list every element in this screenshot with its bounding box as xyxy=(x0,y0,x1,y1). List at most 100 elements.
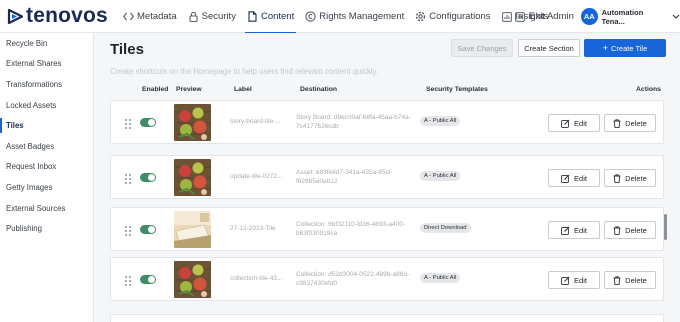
logo-mark-icon xyxy=(7,8,24,25)
tile-preview-image xyxy=(174,104,211,141)
sidebar-item-transformations[interactable]: Transformations xyxy=(0,74,93,95)
tile-label: collection-tile-43... xyxy=(230,275,283,282)
tile-row: update-tile-0272... Asset: e83fe8d7-341a… xyxy=(110,155,664,199)
sidebar-item-asset-badges[interactable]: Asset Badges xyxy=(0,136,93,157)
drag-handle-icon[interactable] xyxy=(124,274,132,286)
scrollbar[interactable] xyxy=(664,214,667,240)
sidebar-item-tiles[interactable]: Tiles xyxy=(0,115,93,136)
sidebar-item-recycle-bin[interactable]: Recycle Bin xyxy=(0,33,93,54)
main-nav: Metadata Security Content Rights Managem… xyxy=(119,0,555,34)
tile-preview-image xyxy=(174,159,211,196)
delete-button[interactable]: Delete xyxy=(604,114,656,132)
edit-label: Edit xyxy=(574,173,587,183)
delete-button[interactable]: Delete xyxy=(604,169,656,187)
tile-destination: Asset: e83fe8d7-341a-435a-85cf-f626b5a0e… xyxy=(296,169,393,185)
nav-label: Content xyxy=(260,11,295,22)
col-label: Label xyxy=(234,86,252,93)
security-template-badge: A - Public All xyxy=(420,171,461,181)
delete-label: Delete xyxy=(625,225,647,235)
security-template-badge: A - Public All xyxy=(420,273,461,283)
create-tile-label: Create Tile xyxy=(610,43,648,53)
nav-content[interactable]: Content xyxy=(243,0,298,34)
drag-handle-icon[interactable] xyxy=(124,224,132,236)
tile-row: story-board-tile-... Story Board: d9ec00… xyxy=(110,100,664,144)
exit-admin-button[interactable]: Exit Admin xyxy=(515,0,574,33)
nav-configurations[interactable]: Configurations xyxy=(411,0,494,33)
top-bar: tenovos Metadata Security Content Rights… xyxy=(0,0,680,34)
enabled-toggle[interactable] xyxy=(140,118,156,127)
plus-icon: + xyxy=(602,43,608,53)
tile-destination: Story Board: d9ec00af-68fa-45aa-b74a-7c4… xyxy=(296,114,411,130)
tile-preview-image xyxy=(174,211,211,248)
col-security-templates: Security Templates xyxy=(426,86,488,93)
nav-metadata[interactable]: Metadata xyxy=(119,0,181,33)
enabled-toggle[interactable] xyxy=(140,275,156,284)
delete-button[interactable]: Delete xyxy=(604,221,656,239)
drag-handle-icon[interactable] xyxy=(124,172,132,184)
nav-security[interactable]: Security xyxy=(184,0,240,33)
delete-label: Delete xyxy=(625,118,647,128)
tile-preview-image xyxy=(174,261,211,298)
col-enabled: Enabled xyxy=(142,86,169,93)
edit-button[interactable]: Edit xyxy=(548,169,600,187)
chevron-down-icon xyxy=(672,14,680,19)
create-tile-button[interactable]: + Create Tile xyxy=(584,39,666,57)
lock-icon xyxy=(188,11,199,22)
edit-label: Edit xyxy=(574,225,587,235)
edit-button[interactable]: Edit xyxy=(548,271,600,289)
save-changes-button[interactable]: Save Changes xyxy=(451,39,513,57)
code-icon xyxy=(123,11,134,22)
sidebar-item-getty-images[interactable]: Getty Images xyxy=(0,177,93,198)
tile-label: story-board-tile-... xyxy=(230,118,281,125)
edit-icon xyxy=(561,174,570,183)
nav-rights-management[interactable]: Rights Management xyxy=(301,0,408,33)
sidebar-item-external-sources[interactable]: External Sources xyxy=(0,198,93,219)
avatar: AA xyxy=(581,8,598,25)
sidebar-item-external-shares[interactable]: External Shares xyxy=(0,54,93,75)
sidebar-item-locked-assets[interactable]: Locked Assets xyxy=(0,95,93,116)
sidebar-item-request-inbox[interactable]: Request Inbox xyxy=(0,157,93,178)
enabled-toggle[interactable] xyxy=(140,225,156,234)
delete-button[interactable]: Delete xyxy=(604,271,656,289)
gear-icon xyxy=(415,11,426,22)
logo-text: tenovos xyxy=(26,4,108,27)
table-header: Enabled Preview Label Destination Securi… xyxy=(110,86,664,100)
delete-label: Delete xyxy=(625,275,647,285)
edit-icon xyxy=(561,276,570,285)
tile-row-partial xyxy=(110,314,664,322)
tile-label: update-tile-0272... xyxy=(230,173,283,180)
copyright-icon xyxy=(305,11,316,22)
col-actions: Actions xyxy=(636,86,661,93)
nav-label: Rights Management xyxy=(319,11,405,22)
chart-icon xyxy=(502,11,513,22)
edit-button[interactable]: Edit xyxy=(548,221,600,239)
edit-icon xyxy=(561,226,570,235)
sidebar: Recycle Bin External Shares Transformati… xyxy=(0,33,94,322)
security-template-badge: Direct Download xyxy=(420,223,471,233)
file-icon xyxy=(247,11,258,22)
col-destination: Destination xyxy=(300,86,338,93)
col-preview: Preview xyxy=(176,86,202,93)
nav-label: Metadata xyxy=(137,11,177,22)
main-content: Tiles Save Changes Create Section + Crea… xyxy=(94,33,680,322)
user-name: Automation Tena... xyxy=(601,7,644,26)
user-menu[interactable]: AA Automation Tena... xyxy=(581,6,680,27)
trash-icon xyxy=(613,118,621,128)
edit-label: Edit xyxy=(574,275,587,285)
edit-icon xyxy=(561,119,570,128)
drag-handle-icon[interactable] xyxy=(124,117,132,129)
trash-icon xyxy=(613,225,621,235)
sidebar-item-publishing[interactable]: Publishing xyxy=(0,218,93,239)
tile-destination: Collection: d52d3004-0522-489b-a86d-c983… xyxy=(296,271,410,287)
edit-button[interactable]: Edit xyxy=(548,114,600,132)
trash-icon xyxy=(613,275,621,285)
exit-admin-label: Exit Admin xyxy=(529,11,574,22)
logo[interactable]: tenovos xyxy=(7,5,108,27)
create-section-button[interactable]: Create Section xyxy=(518,39,580,57)
edit-label: Edit xyxy=(574,118,587,128)
delete-label: Delete xyxy=(625,173,647,183)
exit-icon xyxy=(515,11,525,22)
tile-destination: Collection: 6bf32110-fd36-4b93-a400-b63f… xyxy=(296,221,406,237)
enabled-toggle[interactable] xyxy=(140,173,156,182)
page-subtitle: Create shortcuts on the Homepage to help… xyxy=(110,67,379,76)
